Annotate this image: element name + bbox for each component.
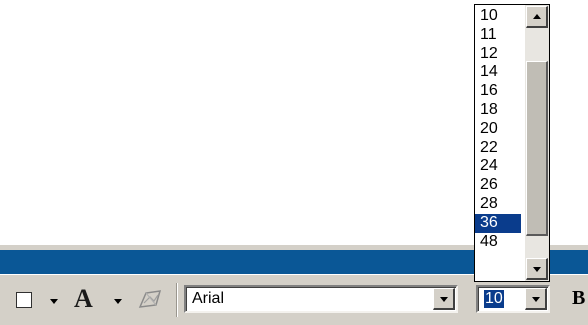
font-size-value[interactable]: 10 [484, 290, 504, 308]
font-size-option[interactable]: 22 [475, 139, 521, 158]
arrow-down-icon [533, 267, 541, 272]
font-size-option[interactable]: 24 [475, 157, 521, 176]
font-size-option[interactable]: 18 [475, 101, 521, 120]
scroll-up-button[interactable] [526, 6, 548, 28]
fill-color-button[interactable] [14, 289, 36, 311]
bold-button[interactable]: B [572, 287, 585, 310]
font-name-dropdown-button[interactable] [433, 288, 455, 310]
font-size-option[interactable]: 10 [475, 7, 521, 26]
font-color-button[interactable]: A [74, 285, 98, 313]
scroll-down-button[interactable] [526, 258, 548, 280]
font-name-combobox[interactable]: Arial [184, 285, 458, 313]
toolbar-separator [176, 283, 178, 317]
font-size-option[interactable]: 36 [475, 213, 521, 233]
fill-color-dropdown-arrow[interactable] [50, 299, 58, 304]
font-size-option[interactable]: 48 [475, 233, 521, 252]
dropdown-scrollbar[interactable] [525, 5, 549, 281]
font-size-option[interactable]: 12 [475, 45, 521, 64]
chevron-down-icon [532, 297, 540, 302]
font-size-option[interactable]: 26 [475, 176, 521, 195]
font-size-option[interactable]: 20 [475, 120, 521, 139]
font-size-option[interactable]: 28 [475, 195, 521, 214]
scrollbar-thumb[interactable] [526, 61, 548, 236]
font-size-option[interactable]: 14 [475, 63, 521, 82]
font-size-option[interactable]: 11 [475, 26, 521, 45]
font-name-value[interactable]: Arial [192, 290, 224, 308]
chevron-down-icon [440, 297, 448, 302]
special-effects-icon[interactable] [136, 287, 166, 311]
font-size-dropdown-button[interactable] [525, 288, 547, 310]
fill-color-icon [16, 292, 32, 308]
app-window: A Arial 10 B 10 11 12 14 16 18 20 22 24 26 28 36 4 [0, 0, 588, 325]
font-size-dropdown-list[interactable]: 10 11 12 14 16 18 20 22 24 26 28 36 48 [474, 4, 550, 282]
font-color-dropdown-arrow[interactable] [114, 299, 122, 304]
font-size-combobox[interactable]: 10 [476, 285, 550, 313]
font-size-option[interactable]: 16 [475, 82, 521, 101]
arrow-up-icon [533, 14, 541, 19]
